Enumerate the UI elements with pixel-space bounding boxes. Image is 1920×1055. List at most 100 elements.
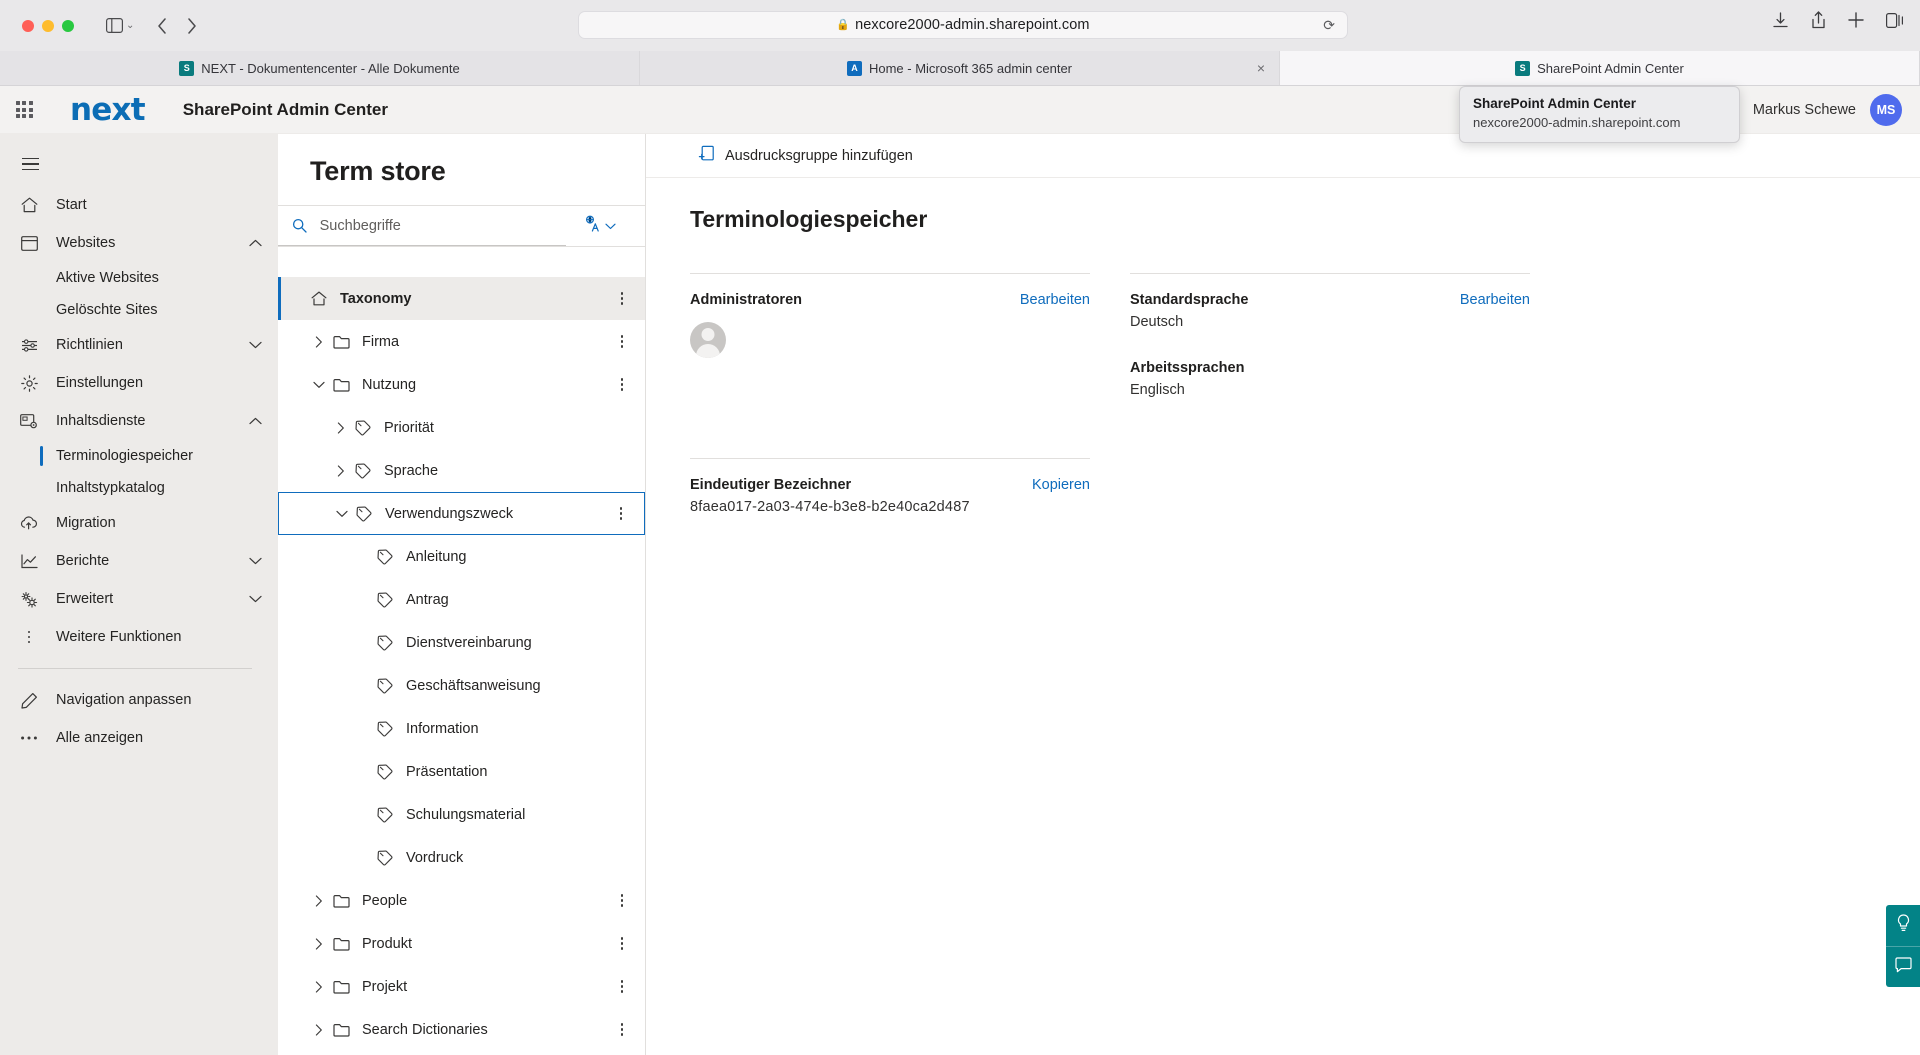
tree-item[interactable]: Geschäftsanweisung xyxy=(278,664,645,707)
tree-item-more-icon[interactable] xyxy=(609,894,635,907)
chevron-up-icon[interactable] xyxy=(249,239,262,247)
tree-item[interactable]: Verwendungszweck xyxy=(278,492,645,535)
browser-tab-2[interactable]: S SharePoint Admin Center xyxy=(1280,51,1920,85)
sidebar-item-richtlinien[interactable]: Richtlinien xyxy=(0,326,278,364)
sidebar-item-weitere-funktionen[interactable]: Weitere Funktionen xyxy=(0,618,278,656)
download-icon[interactable] xyxy=(1772,11,1789,34)
tree-item[interactable]: Anleitung xyxy=(278,535,645,578)
tabs-overview-icon[interactable] xyxy=(1886,12,1904,33)
sidebar-item-einstellungen[interactable]: Einstellungen xyxy=(0,364,278,402)
chevron-down-icon[interactable] xyxy=(308,381,330,389)
forward-button[interactable] xyxy=(178,13,206,39)
sidebar-toggle-icon[interactable] xyxy=(100,13,128,39)
sidebar-item-geloeschte-sites[interactable]: Gelöschte Sites xyxy=(0,294,278,326)
sidebar-item-websites[interactable]: Websites xyxy=(0,224,278,262)
chevron-right-icon[interactable] xyxy=(308,1023,330,1036)
language-filter-button[interactable] xyxy=(566,215,630,237)
tooltip-url: nexcore2000-admin.sharepoint.com xyxy=(1473,115,1681,131)
tree-item-more-icon[interactable] xyxy=(609,292,635,305)
sidebar-item-alle-anzeigen[interactable]: Alle anzeigen xyxy=(0,719,278,757)
share-icon[interactable] xyxy=(1811,11,1826,34)
maximize-window-button[interactable] xyxy=(62,19,74,32)
sidebar-item-berichte[interactable]: Berichte xyxy=(0,542,278,580)
copy-identifier-link[interactable]: Kopieren xyxy=(1032,477,1090,493)
chevron-right-icon[interactable] xyxy=(308,980,330,993)
tree-item[interactable]: Firma xyxy=(278,320,645,363)
chevron-right-icon[interactable] xyxy=(308,335,330,348)
new-tab-icon[interactable] xyxy=(1848,12,1864,33)
edit-default-language-link[interactable]: Bearbeiten xyxy=(1460,292,1530,308)
sidebar-item-terminologiespeicher[interactable]: Terminologiespeicher xyxy=(0,440,278,472)
avatar[interactable]: MS xyxy=(1870,93,1902,126)
tree-item[interactable]: Antrag xyxy=(278,578,645,621)
tree-item[interactable]: Schulungsmaterial xyxy=(278,793,645,836)
hamburger-menu-icon[interactable] xyxy=(8,142,52,186)
tree-item[interactable]: Dienstvereinbarung xyxy=(278,621,645,664)
feedback-rail xyxy=(1886,905,1920,987)
tree-item-more-icon[interactable] xyxy=(608,507,634,520)
tree-item[interactable]: Taxonomy xyxy=(278,277,645,320)
back-button[interactable] xyxy=(148,13,176,39)
tree-item-label: Search Dictionaries xyxy=(362,1021,488,1038)
tree-item-label: Sprache xyxy=(384,462,439,479)
tree-item-more-icon[interactable] xyxy=(609,378,635,391)
browser-tab-0[interactable]: S NEXT - Dokumentencenter - Alle Dokumen… xyxy=(0,51,640,85)
chevron-right-icon[interactable] xyxy=(330,464,352,477)
sidebar-item-inhaltsdienste[interactable]: Inhaltsdienste xyxy=(0,402,278,440)
tree-item[interactable]: Information xyxy=(278,707,645,750)
content-services-icon xyxy=(18,413,40,429)
term-store-title: Term store xyxy=(310,156,446,186)
feedback-button[interactable] xyxy=(1886,946,1920,987)
user-name: Markus Schewe xyxy=(1752,101,1856,118)
minimize-window-button[interactable] xyxy=(42,19,54,32)
m365-admin-icon: A xyxy=(846,60,862,76)
sidebar-item-aktive-websites[interactable]: Aktive Websites xyxy=(0,262,278,294)
sidebar-item-migration[interactable]: Migration xyxy=(0,504,278,542)
tree-item-more-icon[interactable] xyxy=(609,335,635,348)
chevron-right-icon[interactable] xyxy=(308,894,330,907)
tree-item[interactable]: Sprache xyxy=(278,449,645,492)
term-store-pane: Term store Suchbegriffe Taxonomy Firma N… xyxy=(278,134,646,1055)
sidebar-item-label: Erweitert xyxy=(56,591,114,607)
chevron-up-icon[interactable] xyxy=(249,417,262,425)
tree-item[interactable]: Produkt xyxy=(278,922,645,965)
chevron-down-icon[interactable] xyxy=(331,510,353,518)
tree-item[interactable]: People xyxy=(278,879,645,922)
chevron-down-icon[interactable] xyxy=(249,595,262,603)
sidebar-item-label: Terminologiespeicher xyxy=(56,448,194,464)
tab-strip: S NEXT - Dokumentencenter - Alle Dokumen… xyxy=(0,51,1920,86)
search-input[interactable] xyxy=(319,217,566,234)
edit-administrators-link[interactable]: Bearbeiten xyxy=(1020,292,1090,308)
reload-icon[interactable]: ⟳ xyxy=(1323,17,1335,34)
chevron-down-icon[interactable] xyxy=(249,557,262,565)
close-tab-icon[interactable]: × xyxy=(1257,61,1265,75)
tree-item[interactable]: Search Dictionaries xyxy=(278,1008,645,1051)
sidebar-item-erweitert[interactable]: Erweitert xyxy=(0,580,278,618)
help-button[interactable] xyxy=(1886,905,1920,946)
chevron-down-icon[interactable] xyxy=(249,341,262,349)
sidebar-item-inhaltstypkatalog[interactable]: Inhaltstypkatalog xyxy=(0,472,278,504)
search-box[interactable] xyxy=(278,206,566,246)
sidebar-item-start[interactable]: Start xyxy=(0,186,278,224)
tree-item[interactable]: Präsentation xyxy=(278,750,645,793)
add-term-group-button[interactable]: Ausdrucksgruppe hinzufügen xyxy=(690,139,921,172)
tree-item[interactable]: Projekt xyxy=(278,965,645,1008)
chevron-right-icon[interactable] xyxy=(330,421,352,434)
tree-item[interactable]: Priorität xyxy=(278,406,645,449)
browser-tab-1[interactable]: A Home - Microsoft 365 admin center × xyxy=(640,51,1280,85)
tree-item-more-icon[interactable] xyxy=(609,1023,635,1036)
tree-item-label: Information xyxy=(406,720,479,737)
tree-item-more-icon[interactable] xyxy=(609,937,635,950)
sidebar-item-navigation-anpassen[interactable]: Navigation anpassen xyxy=(0,681,278,719)
person-avatar-icon[interactable] xyxy=(690,322,726,358)
app-launcher-icon[interactable] xyxy=(0,86,48,134)
close-window-button[interactable] xyxy=(22,19,34,32)
tree-item[interactable]: Nutzung xyxy=(278,363,645,406)
tree-item-label: Antrag xyxy=(406,591,449,608)
chevron-right-icon[interactable] xyxy=(308,937,330,950)
address-bar[interactable]: 🔒 nexcore2000-admin.sharepoint.com ⟳ xyxy=(578,11,1348,39)
chevron-down-icon[interactable]: ⌄ xyxy=(126,20,134,31)
tree-item[interactable]: Vordruck xyxy=(278,836,645,879)
unique-identifier-header: Eindeutiger Bezeichner Kopieren xyxy=(690,477,1090,493)
tree-item-more-icon[interactable] xyxy=(609,980,635,993)
